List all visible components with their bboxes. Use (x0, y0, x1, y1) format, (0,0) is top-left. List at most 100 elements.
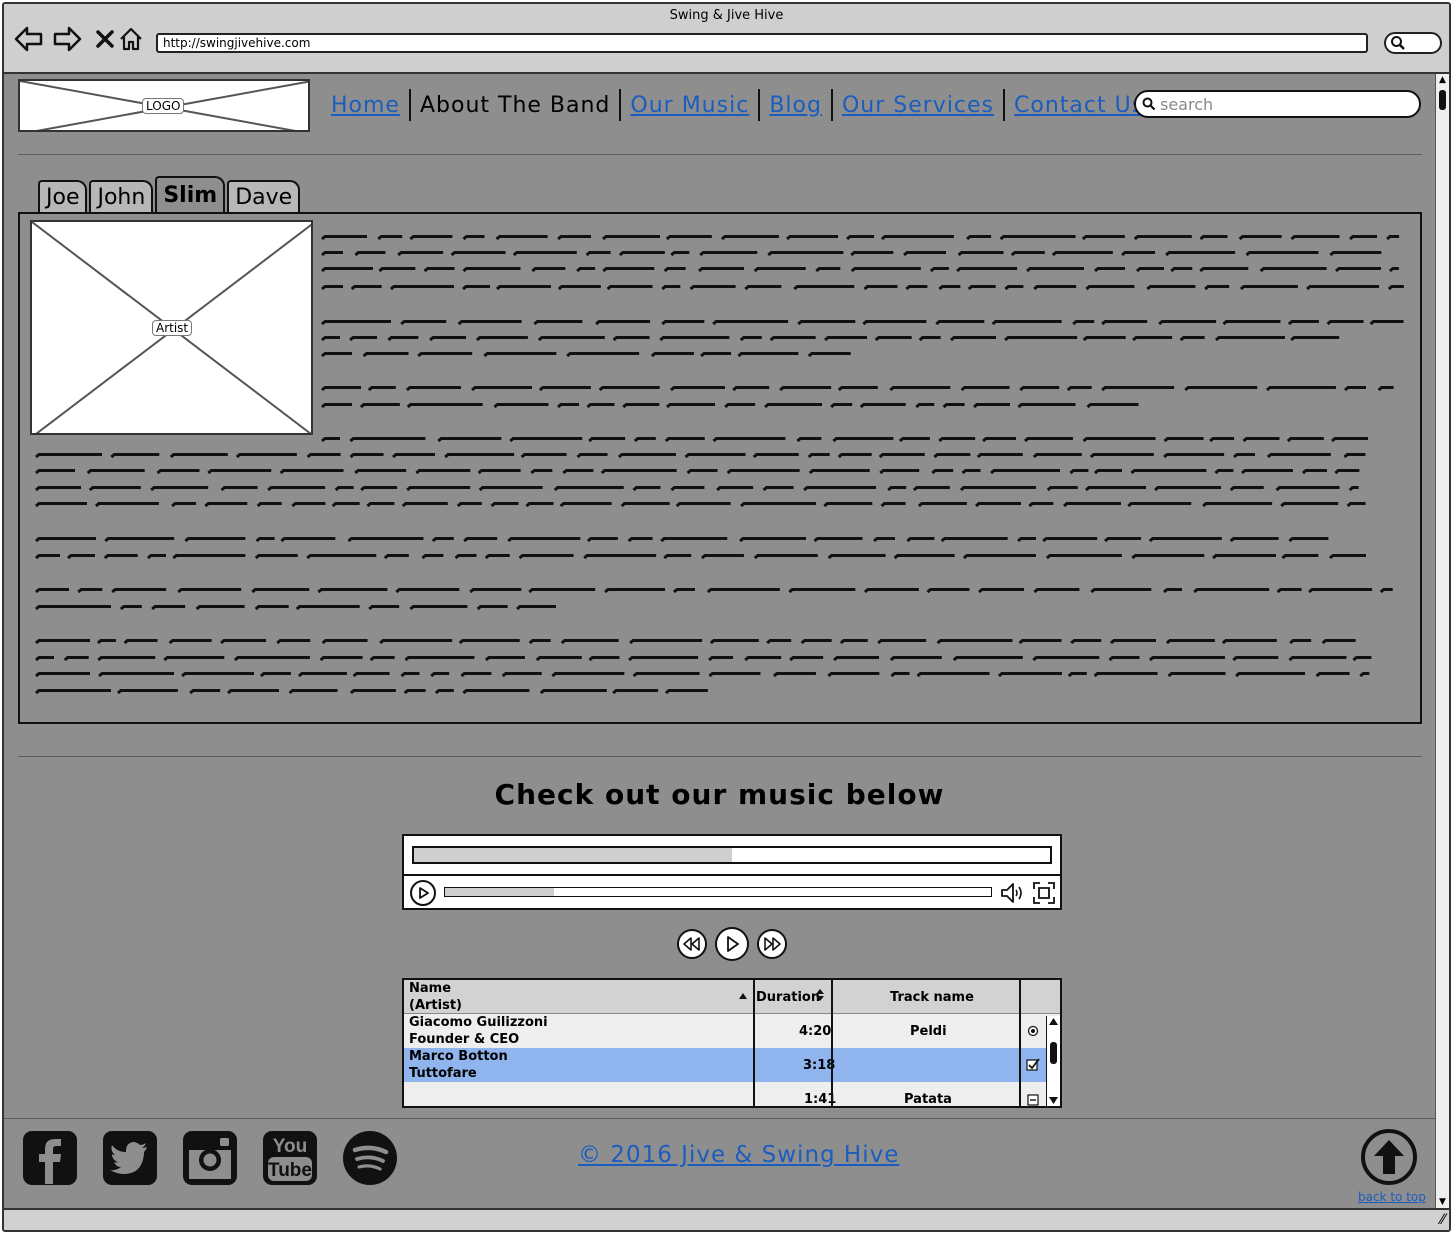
placeholder-word (163, 656, 225, 662)
placeholder-word (1108, 656, 1140, 662)
placeholder-word (1165, 251, 1236, 257)
placeholder-word (349, 336, 378, 342)
scroll-down-icon[interactable]: ▼ (1436, 1196, 1449, 1208)
nav-home[interactable]: Home (322, 93, 409, 118)
back-arrow-icon[interactable] (14, 24, 44, 54)
scroll-up-icon[interactable]: ▲ (1436, 74, 1449, 86)
placeholder-word (35, 672, 90, 678)
placeholder-word (319, 656, 363, 662)
column-header-track-name[interactable]: Track name (890, 989, 974, 1006)
placeholder-word (1359, 672, 1370, 678)
table-scrollbar[interactable] (1046, 1016, 1060, 1106)
table-row[interactable]: Giacomo Guilizzoni Founder & CEO 4:20 Pe… (404, 1014, 1046, 1048)
url-bar[interactable]: http://swingjivehive.com (156, 33, 1368, 53)
placeholder-word (507, 537, 581, 543)
arrow-up-circle-icon[interactable] (1360, 1128, 1418, 1186)
facebook-icon[interactable] (22, 1130, 78, 1186)
placeholder-word (1321, 639, 1356, 645)
placeholder-word (259, 672, 291, 678)
placeholder-word (1276, 588, 1302, 594)
placeholder-word (1017, 403, 1076, 409)
page-scrollbar[interactable]: ▲ ▼ (1435, 74, 1449, 1208)
placeholder-word (220, 486, 258, 492)
placeholder-word (1344, 386, 1366, 392)
seek-bar[interactable] (444, 887, 992, 897)
instagram-icon[interactable] (182, 1130, 238, 1186)
volume-icon[interactable] (1000, 881, 1026, 905)
placeholder-word (1086, 403, 1139, 409)
play-icon[interactable] (410, 880, 436, 906)
placeholder-word (195, 605, 245, 611)
scroll-thumb[interactable] (1050, 1042, 1057, 1064)
placeholder-word (602, 267, 655, 273)
tab-joe[interactable]: Joe (38, 180, 88, 212)
placeholder-word (379, 639, 453, 645)
nav-our-music[interactable]: Our Music (621, 93, 758, 118)
site-search-input[interactable]: search (1134, 90, 1421, 118)
placeholder-word (917, 502, 967, 508)
scroll-down-icon[interactable] (1048, 1096, 1059, 1105)
radio-button[interactable] (1027, 1025, 1039, 1037)
placeholder-word (35, 689, 111, 695)
placeholder-word (1212, 554, 1277, 560)
placeholder-word (103, 554, 138, 560)
nav-our-services[interactable]: Our Services (833, 93, 1003, 118)
placeholder-word (880, 502, 906, 508)
placeholder-word (518, 554, 574, 560)
placeholder-word (663, 554, 692, 560)
scroll-thumb[interactable] (1439, 90, 1446, 110)
placeholder-word (620, 502, 670, 508)
scroll-up-icon[interactable] (1048, 1017, 1059, 1026)
home-icon[interactable] (116, 24, 146, 54)
table-row[interactable]: Marco Botton Tuttofare 3:18 (404, 1048, 1046, 1082)
placeholder-word (1051, 251, 1113, 257)
placeholder-word (110, 453, 160, 459)
back-to-top-link[interactable]: back to top (1358, 1190, 1426, 1204)
play-icon[interactable] (715, 927, 749, 961)
browser-search-box[interactable] (1384, 32, 1442, 54)
tab-slim[interactable]: Slim (155, 176, 226, 212)
nav-blog[interactable]: Blog (760, 93, 831, 118)
collapse-icon[interactable] (1027, 1094, 1039, 1106)
placeholder-word (767, 251, 844, 257)
column-header-name[interactable]: Name (Artist) (409, 980, 462, 1014)
placeholder-word (276, 639, 311, 645)
placeholder-word (291, 502, 326, 508)
sort-ascending-icon[interactable] (738, 992, 748, 1000)
table-row[interactable]: 1:41 Patata (404, 1082, 1046, 1106)
nav-contact-us[interactable]: Contact Us (1005, 93, 1153, 118)
placeholder-word (1329, 251, 1382, 257)
column-divider (753, 980, 755, 1106)
placeholder-word (1094, 267, 1126, 273)
placeholder-word (457, 320, 522, 326)
twitter-icon[interactable] (102, 1130, 158, 1186)
placeholder-word (1148, 537, 1222, 543)
placeholder-word (1066, 386, 1092, 392)
placeholder-word (444, 453, 515, 459)
copyright-link[interactable]: © 2016 Jive & Swing Hive (578, 1142, 899, 1168)
tab-dave[interactable]: Dave (227, 180, 301, 212)
youtube-icon[interactable]: You Tube (262, 1130, 318, 1186)
placeholder-word (737, 352, 799, 358)
placeholder-word (478, 486, 543, 492)
fast-forward-icon[interactable] (757, 929, 787, 959)
spotify-icon[interactable] (342, 1130, 398, 1186)
placeholder-word (726, 469, 800, 475)
search-icon (1142, 97, 1156, 111)
placeholder-word (279, 469, 344, 475)
checkbox[interactable] (1026, 1058, 1040, 1072)
rewind-icon[interactable] (677, 929, 707, 959)
fullscreen-icon[interactable] (1032, 881, 1056, 905)
column-header-duration[interactable]: Duration (756, 989, 820, 1006)
placeholder-word (898, 437, 930, 443)
forward-arrow-icon[interactable] (52, 24, 82, 54)
placeholder-word (1046, 486, 1078, 492)
resize-grip-icon[interactable]: ⁄⁄ (1440, 1212, 1445, 1228)
nav-about-the-band[interactable]: About The Band (411, 93, 619, 118)
placeholder-word (1289, 639, 1312, 645)
tab-john[interactable]: John (89, 180, 154, 212)
placeholder-word (786, 235, 839, 241)
placeholder-word (1004, 285, 1024, 291)
placeholder-word (1026, 267, 1085, 273)
sort-icon[interactable] (815, 988, 825, 1002)
